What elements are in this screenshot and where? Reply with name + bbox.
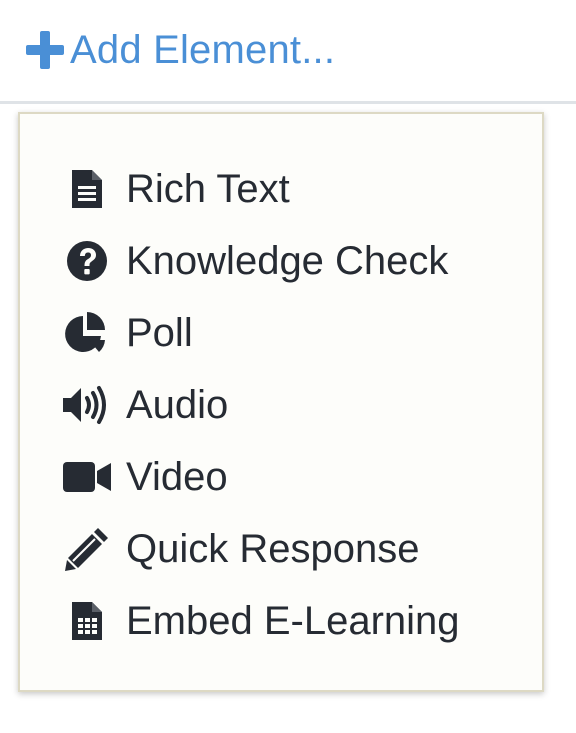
menu-item-label: Rich Text — [126, 167, 290, 211]
menu-item-label: Knowledge Check — [126, 239, 449, 283]
add-element-dropdown-menu: Rich Text Knowledge Check Poll Audio Vid… — [18, 112, 544, 692]
volume-icon — [60, 381, 114, 429]
menu-item-knowledge-check[interactable]: Knowledge Check — [60, 231, 448, 291]
file-grid-icon — [60, 597, 114, 645]
add-element-button[interactable]: Add Element... — [24, 20, 335, 80]
menu-item-rich-text[interactable]: Rich Text — [60, 159, 290, 219]
menu-item-label: Audio — [126, 383, 229, 427]
divider — [0, 101, 576, 104]
add-element-label: Add Element... — [70, 28, 336, 72]
question-circle-icon — [60, 237, 114, 285]
menu-item-video[interactable]: Video — [60, 447, 228, 507]
menu-item-label: Poll — [126, 311, 193, 355]
menu-item-label: Embed E-Learning — [126, 599, 460, 643]
menu-item-audio[interactable]: Audio — [60, 375, 228, 435]
pencil-icon — [60, 525, 114, 573]
menu-item-label: Quick Response — [126, 527, 420, 571]
menu-item-label: Video — [126, 455, 228, 499]
pie-chart-icon — [60, 309, 114, 357]
file-text-icon — [60, 165, 114, 213]
menu-item-poll[interactable]: Poll — [60, 303, 193, 363]
menu-item-quick-response[interactable]: Quick Response — [60, 519, 419, 579]
menu-item-embed-e-learning[interactable]: Embed E-Learning — [60, 591, 460, 651]
video-camera-icon — [60, 453, 114, 501]
plus-icon — [24, 29, 66, 71]
